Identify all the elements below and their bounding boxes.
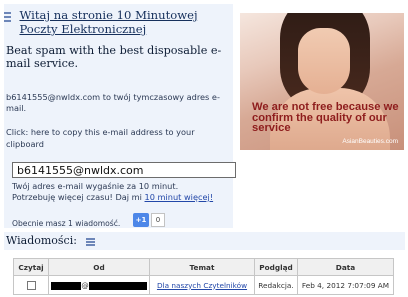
menu-icon[interactable] bbox=[4, 12, 12, 24]
col-read[interactable]: Czytaj bbox=[13, 258, 49, 276]
read-checkbox[interactable] bbox=[26, 280, 36, 290]
more-time-prefix: Potrzebuję więcej czasu! Daj mi bbox=[12, 192, 142, 202]
table-row[interactable]: @ Dla naszych Czytelników Redakcja. Feb … bbox=[13, 275, 394, 295]
col-preview[interactable]: Podgląd bbox=[254, 258, 298, 276]
email-address-field[interactable]: b6141555@nwldx.com bbox=[12, 162, 236, 178]
expiry-text: Twój adres e-mail wygaśnie za 10 minut. bbox=[12, 181, 179, 191]
inbox-header-row: Czytaj Od Temat Podgląd Data bbox=[13, 258, 394, 276]
more-time-line: Potrzebuję więcej czasu! Daj mi 10 minut… bbox=[12, 192, 213, 202]
redacted-sender-domain bbox=[88, 281, 147, 290]
inbox-table: Czytaj Od Temat Podgląd Data @ Dla naszy… bbox=[13, 258, 394, 295]
redacted-sender-name bbox=[51, 281, 82, 290]
google-plus-button[interactable]: +1 bbox=[133, 213, 149, 227]
more-time-link[interactable]: 10 minut więcej! bbox=[145, 192, 214, 202]
from-at-sign: @ bbox=[81, 280, 89, 290]
date-cell: Feb 4, 2012 7:07:09 AM bbox=[297, 275, 394, 295]
copy-to-clipboard-link[interactable]: Click: here to copy this e-mail address … bbox=[6, 126, 224, 150]
plus-count-badge: 0 bbox=[151, 213, 165, 227]
from-cell: @ bbox=[48, 275, 150, 295]
messages-menu-icon[interactable] bbox=[86, 238, 95, 247]
col-from[interactable]: Od bbox=[48, 258, 150, 276]
page-title[interactable]: Witaj na stronie 10 Minutowej Poczty Ele… bbox=[19, 8, 229, 36]
preview-cell: Redakcja. bbox=[254, 275, 298, 295]
tagline: Beat spam with the best disposable e-mai… bbox=[6, 44, 222, 70]
ad-photo-face bbox=[298, 28, 350, 94]
ad-brand: AsianBeauties.com bbox=[342, 138, 398, 145]
read-cell bbox=[13, 275, 49, 295]
ad-headline: We are not free because we confirm the q… bbox=[252, 101, 399, 134]
title-row: Witaj na stronie 10 Minutowej Poczty Ele… bbox=[4, 8, 229, 36]
address-info: b6141555@nwldx.com to twój tymczasowy ad… bbox=[6, 92, 220, 113]
col-subject[interactable]: Temat bbox=[149, 258, 255, 276]
message-count: Obecnie masz 1 wiadomość. bbox=[12, 219, 121, 228]
subject-link[interactable]: Dla naszych Czytelników bbox=[157, 281, 247, 290]
subject-cell: Dla naszych Czytelników bbox=[149, 275, 255, 295]
col-date[interactable]: Data bbox=[297, 258, 394, 276]
advertisement-banner[interactable]: We are not free because we confirm the q… bbox=[240, 13, 404, 150]
messages-title: Wiadomości: bbox=[6, 234, 77, 247]
